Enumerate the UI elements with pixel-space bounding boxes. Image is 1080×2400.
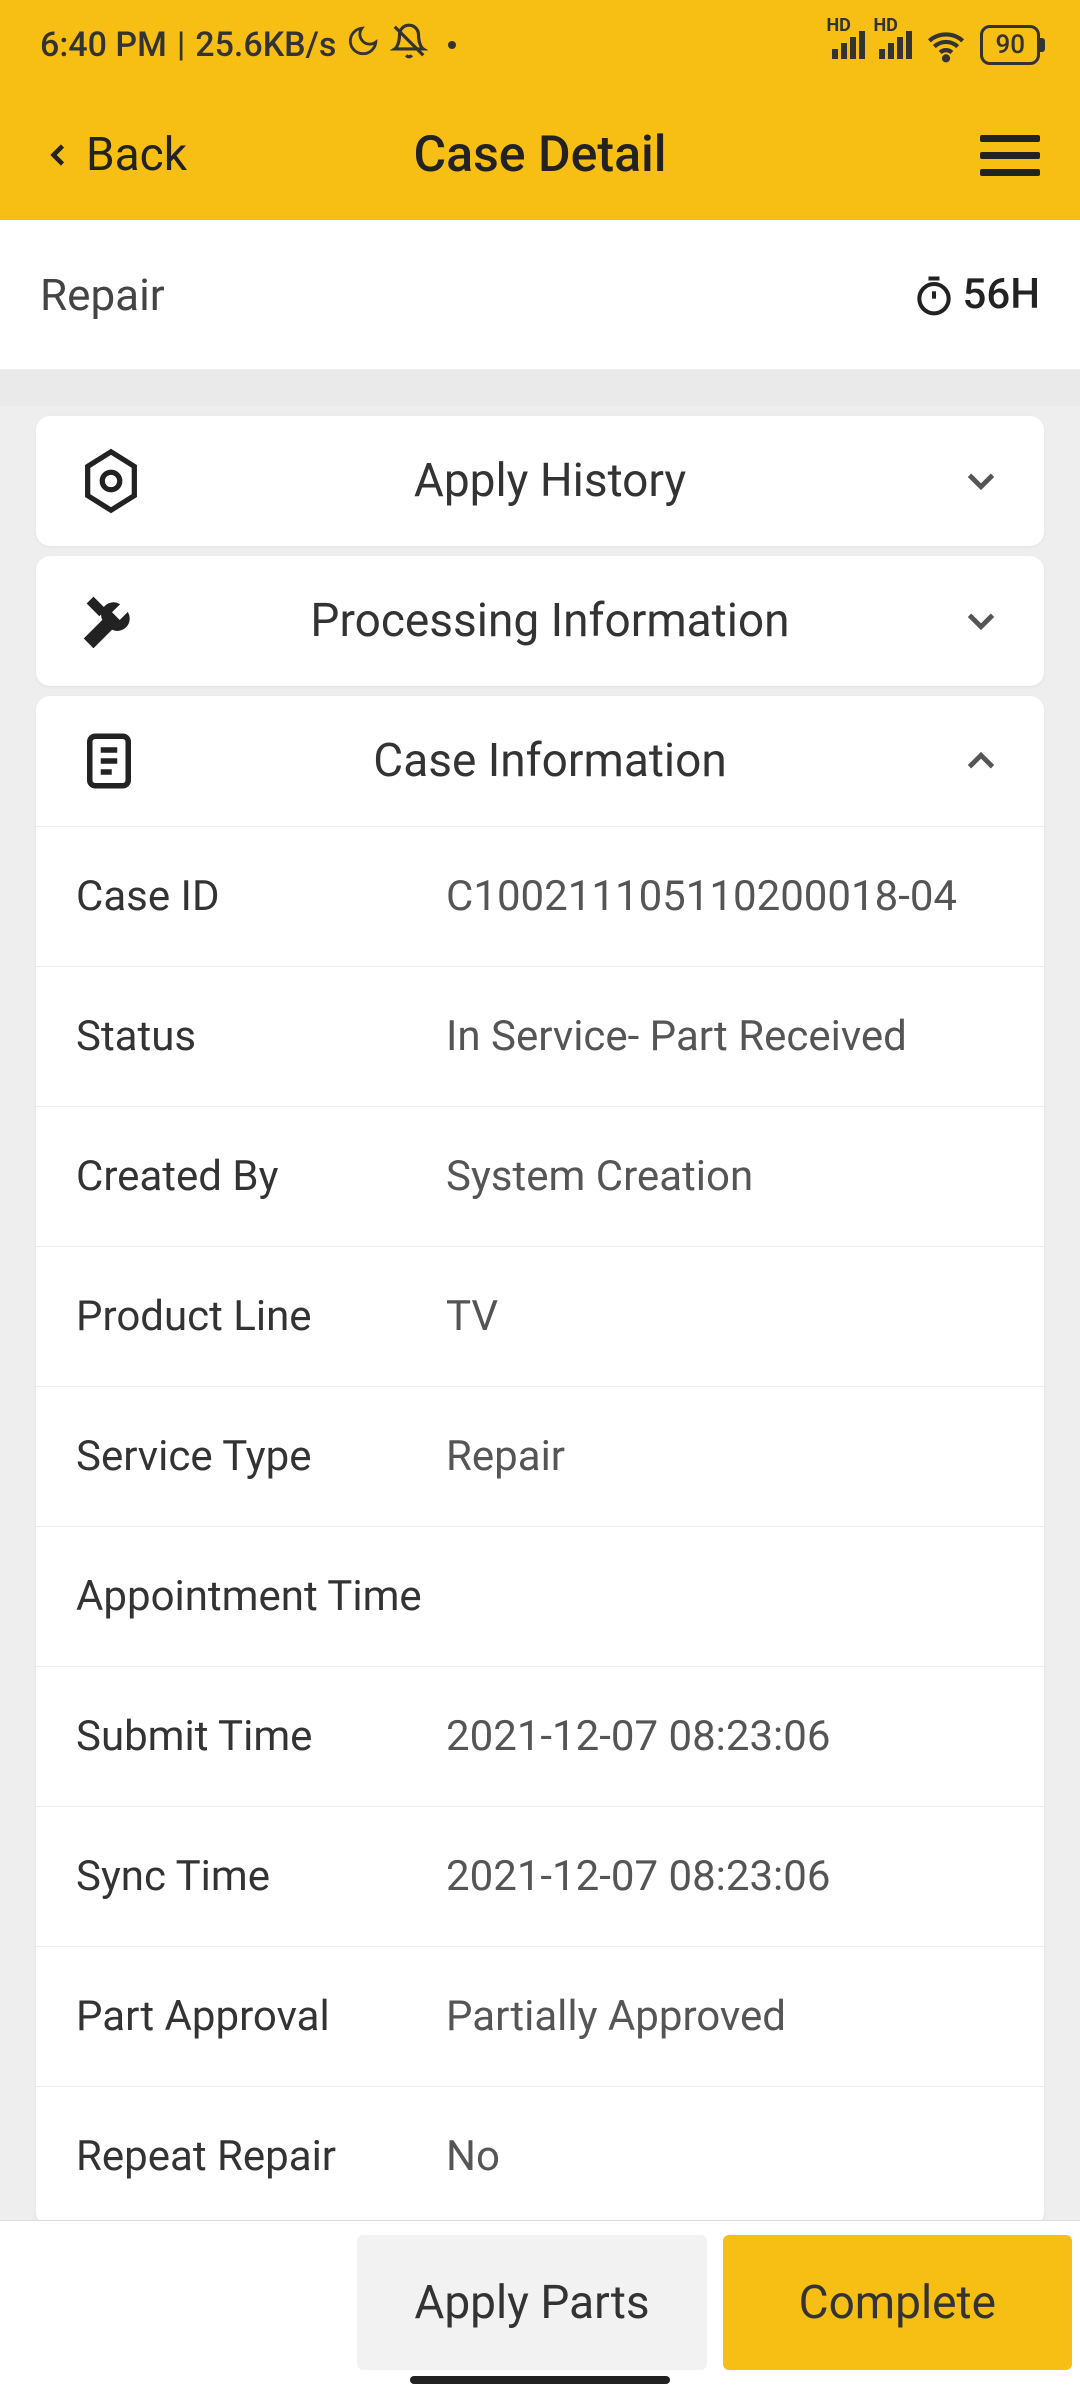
processing-info-header[interactable]: Processing Information xyxy=(36,556,1044,686)
app-header: Back Case Detail xyxy=(0,90,1080,220)
info-label: Service Type xyxy=(76,1432,446,1481)
info-value: C100211105110200018-04 xyxy=(446,872,1004,921)
processing-info-section: Processing Information xyxy=(36,556,1044,686)
wifi-icon xyxy=(926,25,966,65)
divider xyxy=(0,370,1080,406)
page-title: Case Detail xyxy=(413,126,666,184)
home-indicator[interactable] xyxy=(410,2376,670,2384)
info-value: TV xyxy=(446,1292,1004,1341)
info-value: 2021-12-07 08:23:06 xyxy=(446,1712,1004,1761)
stopwatch-icon xyxy=(912,273,956,317)
info-label: Sync Time xyxy=(76,1852,446,1901)
info-label: Created By xyxy=(76,1152,446,1201)
info-label: Product Line xyxy=(76,1292,446,1341)
chevron-down-icon xyxy=(944,598,1004,644)
status-separator: | xyxy=(177,25,185,65)
info-value: Partially Approved xyxy=(446,1992,1004,2041)
battery-icon: 90 xyxy=(980,25,1040,65)
bottom-bar: Apply Parts Complete xyxy=(0,2220,1080,2400)
apply-history-section: Apply History xyxy=(36,416,1044,546)
signal-hd-1-icon: HD xyxy=(832,31,865,59)
info-row: Product LineTV xyxy=(36,1246,1044,1386)
info-label: Status xyxy=(76,1012,446,1061)
complete-button[interactable]: Complete xyxy=(723,2235,1072,2370)
chevron-down-icon xyxy=(944,458,1004,504)
info-row: Repeat RepairNo xyxy=(36,2086,1044,2226)
info-label: Appointment Time xyxy=(76,1572,446,1621)
moon-icon xyxy=(346,24,380,67)
tools-icon xyxy=(76,586,156,656)
back-label: Back xyxy=(86,128,187,182)
status-bar-right: HD HD 90 xyxy=(832,25,1040,65)
case-info-title: Case Information xyxy=(156,734,944,788)
info-value: Repair xyxy=(446,1432,1004,1481)
processing-info-title: Processing Information xyxy=(156,594,944,648)
info-label: Case ID xyxy=(76,872,446,921)
status-bar: 6:40 PM | 25.6KB/s HD HD xyxy=(0,0,1080,90)
status-time: 6:40 PM xyxy=(40,25,167,65)
info-value: System Creation xyxy=(446,1152,1004,1201)
status-bar-left: 6:40 PM | 25.6KB/s xyxy=(40,22,456,69)
apply-history-header[interactable]: Apply History xyxy=(36,416,1044,546)
status-net-speed: 25.6KB/s xyxy=(195,25,336,65)
scroll-area[interactable]: Apply History Processing Information xyxy=(0,406,1080,2400)
back-button[interactable]: Back xyxy=(40,128,187,182)
dot-icon xyxy=(448,41,456,49)
info-label: Repeat Repair xyxy=(76,2132,446,2181)
apply-history-title: Apply History xyxy=(156,454,944,508)
apply-parts-button[interactable]: Apply Parts xyxy=(357,2235,706,2370)
hex-nut-icon xyxy=(76,446,156,516)
info-value: 2021-12-07 08:23:06 xyxy=(446,1852,1004,1901)
info-row: Part ApprovalPartially Approved xyxy=(36,1946,1044,2086)
case-info-header[interactable]: Case Information xyxy=(36,696,1044,826)
notification-off-icon xyxy=(390,22,428,69)
menu-button[interactable] xyxy=(980,135,1040,176)
info-row: Created BySystem Creation xyxy=(36,1106,1044,1246)
timer-value: 56H xyxy=(962,270,1040,319)
menu-icon xyxy=(980,135,1040,142)
info-value: In Service- Part Received xyxy=(446,1012,1004,1061)
case-timer: 56H xyxy=(912,270,1040,319)
info-row: Sync Time2021-12-07 08:23:06 xyxy=(36,1806,1044,1946)
info-row: Case IDC100211105110200018-04 xyxy=(36,826,1044,966)
info-label: Part Approval xyxy=(76,1992,446,2041)
bottom-spacer xyxy=(0,2221,349,2400)
info-row: Appointment Time xyxy=(36,1526,1044,1666)
signal-hd-2-icon: HD xyxy=(879,31,912,59)
info-row: StatusIn Service- Part Received xyxy=(36,966,1044,1106)
info-row: Submit Time2021-12-07 08:23:06 xyxy=(36,1666,1044,1806)
screen: 6:40 PM | 25.6KB/s HD HD xyxy=(0,0,1080,2400)
info-label: Submit Time xyxy=(76,1712,446,1761)
chevron-up-icon xyxy=(944,738,1004,784)
info-row: Service TypeRepair xyxy=(36,1386,1044,1526)
info-value: No xyxy=(446,2132,1004,2181)
case-info-list: Case IDC100211105110200018-04StatusIn Se… xyxy=(36,826,1044,2226)
chevron-left-icon xyxy=(40,129,76,181)
clipboard-icon xyxy=(76,728,156,794)
case-info-section: Case Information Case IDC100211105110200… xyxy=(36,696,1044,2226)
sub-header: Repair 56H xyxy=(0,220,1080,370)
case-category: Repair xyxy=(40,269,165,321)
